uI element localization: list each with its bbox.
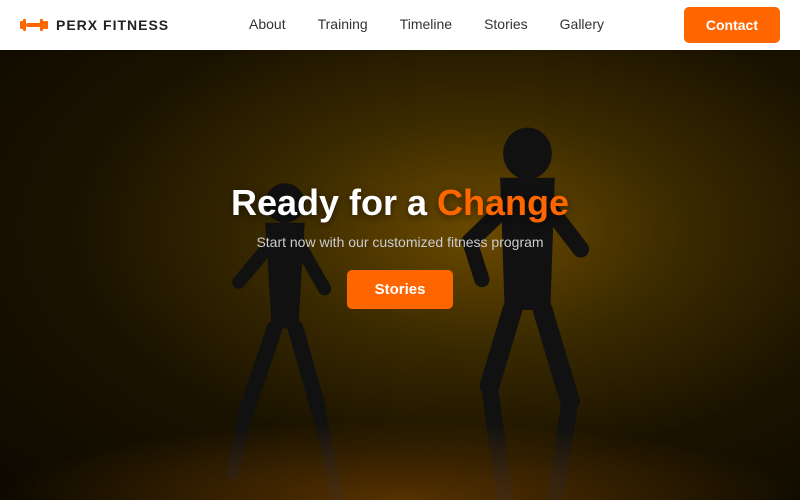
hero-title: Ready for a Change (231, 182, 569, 224)
nav-item-stories[interactable]: Stories (484, 16, 528, 34)
ground-glow (0, 420, 800, 500)
nav-item-gallery[interactable]: Gallery (560, 16, 604, 34)
nav-item-training[interactable]: Training (318, 16, 368, 34)
contact-button[interactable]: Contact (684, 7, 780, 43)
nav-link-stories[interactable]: Stories (484, 16, 528, 32)
hero-section: Ready for a Change Start now with our cu… (0, 50, 800, 500)
nav-link-about[interactable]: About (249, 16, 286, 32)
nav-links: About Training Timeline Stories Gallery (249, 16, 604, 34)
hero-title-highlight: Change (437, 182, 569, 223)
logo-icon (20, 16, 48, 34)
dumbbell-icon (20, 16, 48, 34)
brand-name: PERX FITNESS (56, 17, 169, 33)
nav-item-about[interactable]: About (249, 16, 286, 34)
nav-link-gallery[interactable]: Gallery (560, 16, 604, 32)
hero-title-normal: Ready for a (231, 182, 437, 223)
nav-link-timeline[interactable]: Timeline (400, 16, 452, 32)
hero-subtitle: Start now with our customized fitness pr… (231, 234, 569, 250)
stories-button[interactable]: Stories (347, 270, 454, 309)
logo[interactable]: PERX FITNESS (20, 16, 169, 34)
nav-link-training[interactable]: Training (318, 16, 368, 32)
nav-item-timeline[interactable]: Timeline (400, 16, 452, 34)
navbar: PERX FITNESS About Training Timeline Sto… (0, 0, 800, 50)
hero-content: Ready for a Change Start now with our cu… (231, 182, 569, 309)
